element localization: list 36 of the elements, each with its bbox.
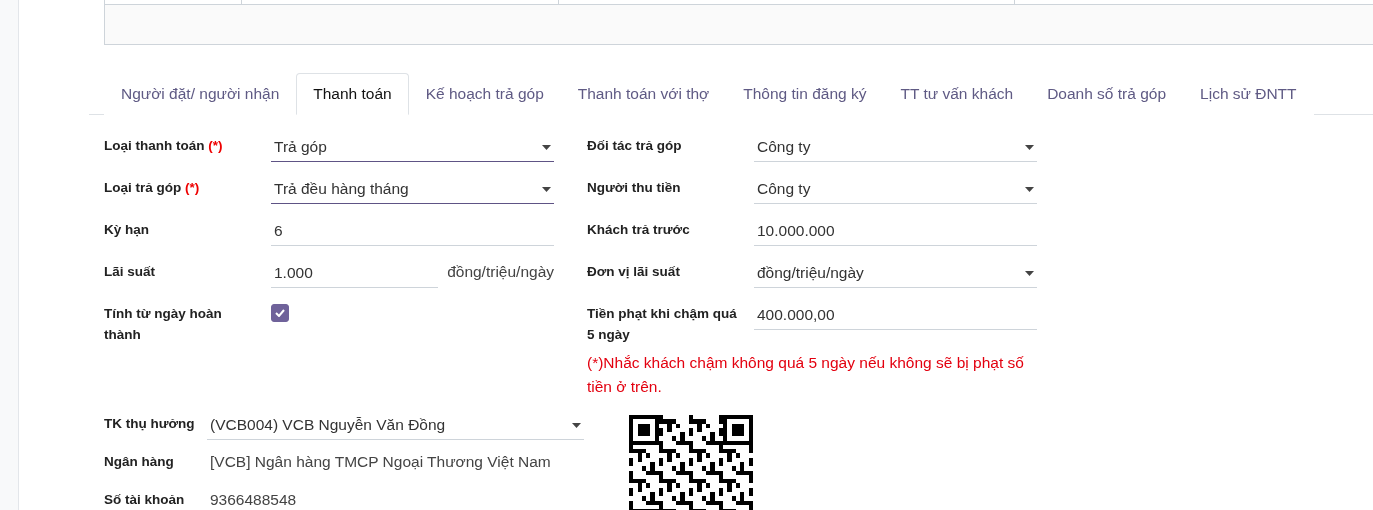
input-field[interactable]: 10.000.000 xyxy=(754,217,1037,246)
field-label: Tính từ ngày hoàn thành xyxy=(104,305,223,344)
unit-label: đồng/triệu/ngày xyxy=(446,262,554,281)
field-label: Kỳ hạn xyxy=(104,221,150,239)
select-field[interactable]: (VCB004) VCB Nguyễn Văn Đồng xyxy=(207,411,584,440)
select-field[interactable]: đồng/triệu/ngày xyxy=(754,259,1037,288)
select-field[interactable]: Công ty xyxy=(754,133,1037,162)
caret-icon xyxy=(1025,186,1034,192)
select-field[interactable]: Công ty xyxy=(754,175,1037,204)
checkbox[interactable] xyxy=(271,304,289,322)
caret-icon xyxy=(1025,144,1034,150)
field-label: Loại trả góp (*) xyxy=(104,179,201,197)
input-field[interactable]: 1.000 xyxy=(271,259,438,288)
caret-icon xyxy=(542,186,551,192)
field-label: TK thụ hưởng xyxy=(104,415,196,433)
field-label: Đối tác trả góp xyxy=(587,137,683,155)
input-field[interactable]: 6 xyxy=(271,217,554,246)
field-label: Tiền phạt khi chậm quá 5 ngày xyxy=(587,305,738,344)
select-field[interactable]: Trả góp xyxy=(271,133,554,162)
field-label: Ngân hàng xyxy=(104,453,175,471)
select-field[interactable]: Trả đều hàng tháng xyxy=(271,175,554,204)
input-field[interactable]: 400.000,00 xyxy=(754,301,1037,330)
field-label: Đơn vị lãi suất xyxy=(587,263,681,281)
field-value: [VCB] Ngân hàng TMCP Ngoại Thương Việt Nam xyxy=(209,452,552,471)
field-label: Người thu tiền xyxy=(587,179,682,197)
caret-icon xyxy=(542,144,551,150)
check-icon xyxy=(275,309,285,317)
field-value: 9366488548 xyxy=(209,490,298,509)
caret-icon xyxy=(1025,270,1034,276)
tab[interactable]: Thanh toán xyxy=(296,73,409,115)
field-label: Lãi suất xyxy=(104,263,156,281)
field-label: Loại thanh toán (*) xyxy=(104,137,224,155)
caret-icon xyxy=(572,422,581,428)
warning-note: (*)Nhắc khách chậm không quá 5 ngày nếu không sẽ bị phạt số tiền ở trên. xyxy=(587,353,1025,397)
field-label: Số tài khoản xyxy=(104,491,186,509)
field-label: Khách trả trước xyxy=(587,221,691,239)
